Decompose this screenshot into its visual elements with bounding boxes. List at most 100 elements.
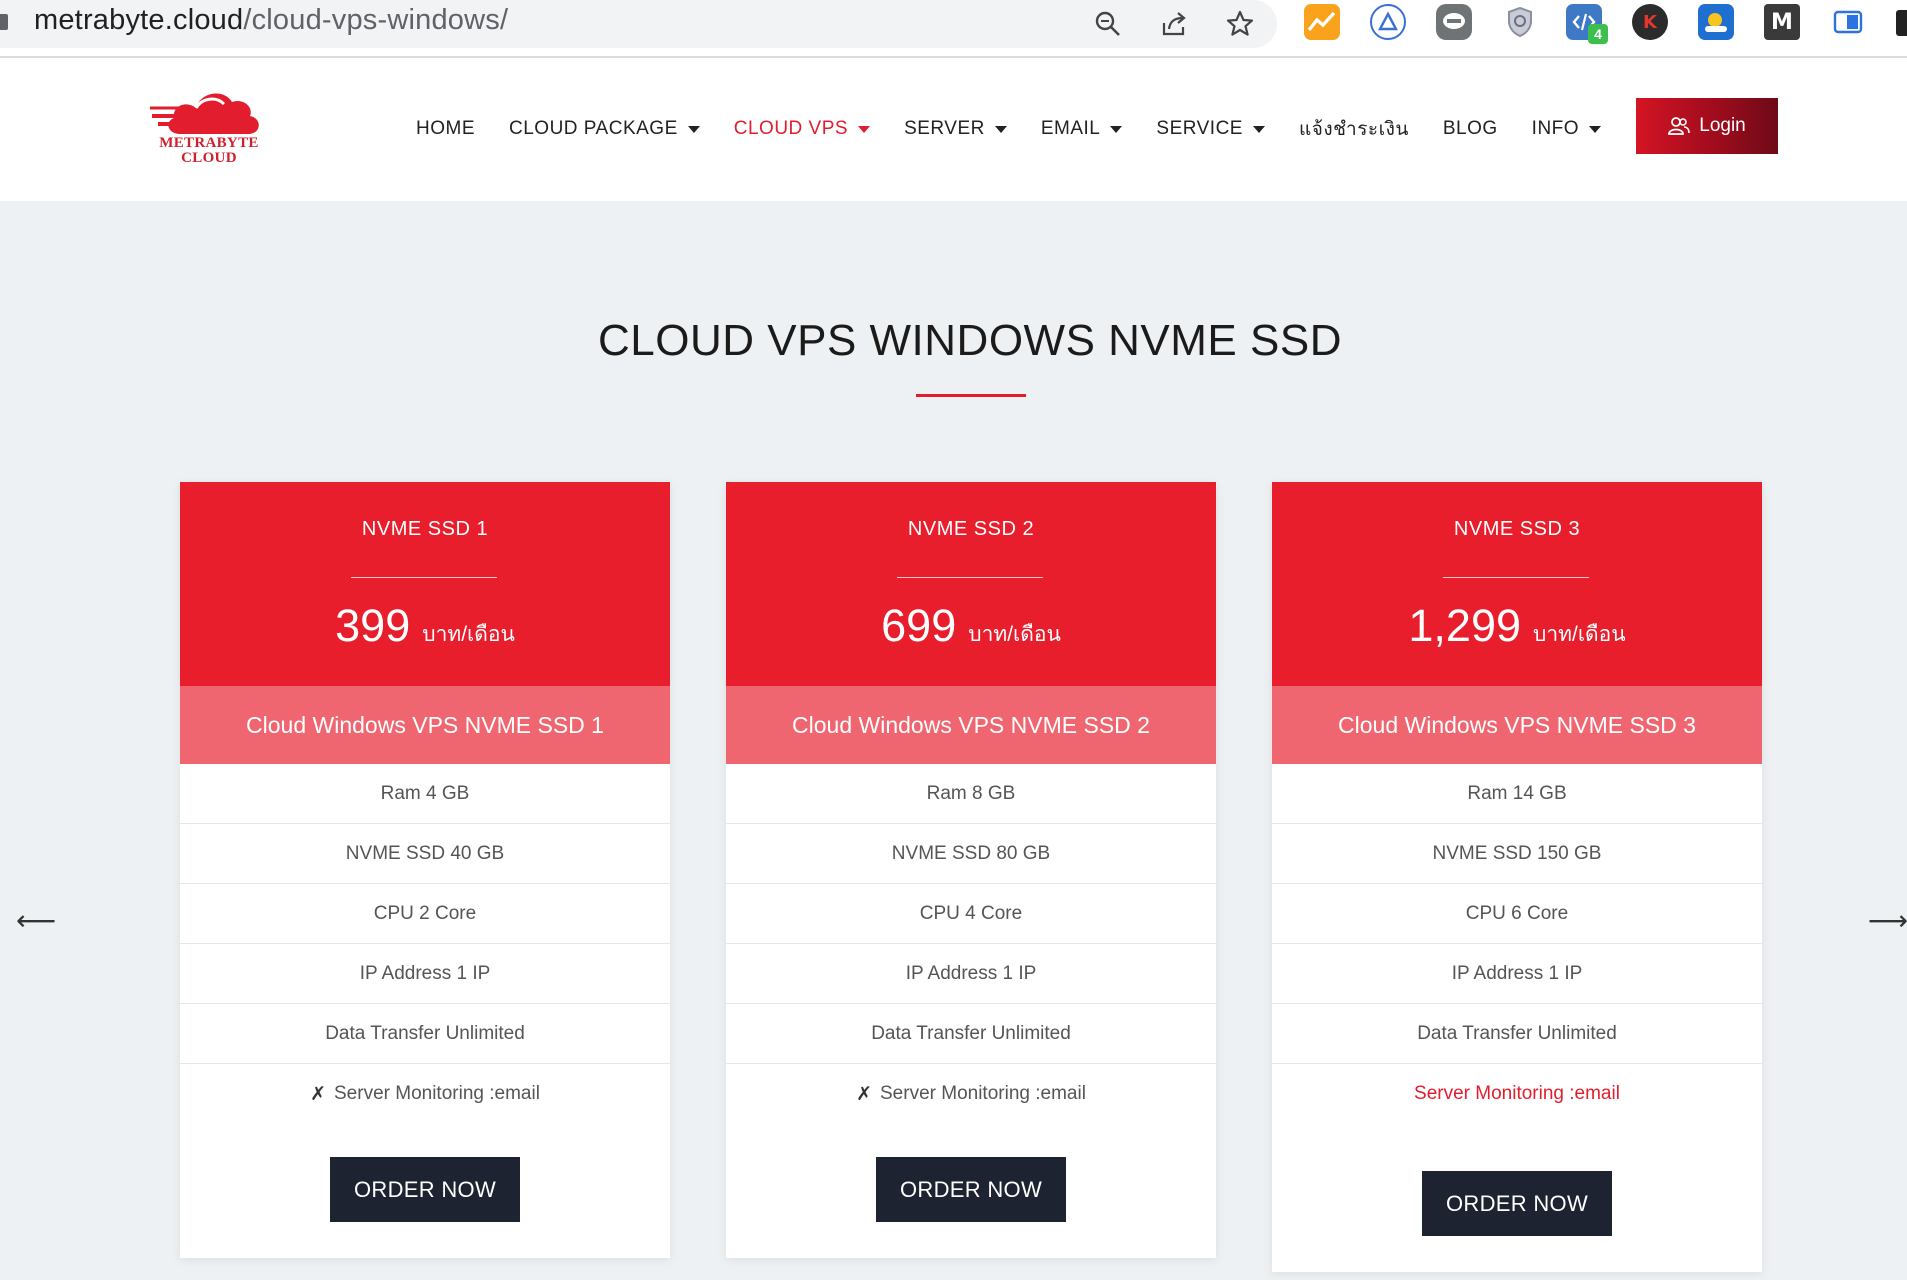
nav-blog[interactable]: BLOG <box>1443 118 1498 140</box>
feature-ram: Ram 8 GB <box>726 764 1216 824</box>
feature-cpu: CPU 6 Core <box>1272 884 1762 944</box>
price-line: 699 บาท/เดือน <box>726 600 1216 652</box>
price-line: 1,299 บาท/เดือน <box>1272 600 1762 652</box>
nav-label: แจ้งชำระเงิน <box>1298 119 1409 140</box>
header-divider <box>351 577 497 578</box>
plan-name: NVME SSD 2 <box>907 518 1035 540</box>
plan-price: 699 <box>881 600 957 651</box>
zoom-icon[interactable] <box>1090 6 1126 42</box>
price-unit: บาท/เดือน <box>968 623 1061 646</box>
monitoring-text: Server Monitoring :email <box>880 1083 1086 1104</box>
weather-extension-icon[interactable] <box>1698 4 1734 40</box>
nav-label: BLOG <box>1442 118 1498 139</box>
plan-price: 399 <box>335 600 411 651</box>
monitoring-text: Server Monitoring :email <box>1414 1083 1620 1104</box>
nav-payment-notify[interactable]: แจ้งชำระเงิน <box>1299 114 1409 144</box>
feature-list: Ram 4 GB NVME SSD 40 GB CPU 2 Core IP Ad… <box>180 764 670 1124</box>
profile-icon[interactable] <box>1896 10 1907 36</box>
caret-down-icon <box>687 125 700 133</box>
header-divider <box>1443 577 1589 578</box>
url-host: metrabyte.cloud <box>34 4 244 36</box>
nav-label: HOME <box>416 118 475 139</box>
feature-storage: NVME SSD 150 GB <box>1272 824 1762 884</box>
k-extension-icon[interactable]: K <box>1632 4 1668 40</box>
title-underline <box>916 394 1026 397</box>
plan-price: 1,299 <box>1408 600 1522 651</box>
browser-toolbar: metrabyte.cloud/cloud-vps-windows/ 4 K M <box>0 0 1907 58</box>
feature-list: Ram 8 GB NVME SSD 80 GB CPU 4 Core IP Ad… <box>726 764 1216 1124</box>
nav-service[interactable]: SERVICE <box>1156 118 1265 140</box>
next-arrow-icon[interactable]: ⟶ <box>1868 904 1907 937</box>
share-icon[interactable] <box>1156 6 1192 42</box>
nav-label: EMAIL <box>1040 118 1101 139</box>
feature-list: Ram 14 GB NVME SSD 150 GB CPU 6 Core IP … <box>1272 764 1762 1124</box>
url-text[interactable]: metrabyte.cloud/cloud-vps-windows/ <box>34 4 508 37</box>
logo-text: METRABYTE CLOUD <box>150 136 268 166</box>
caret-down-icon <box>1110 125 1123 133</box>
line-chat-extension-icon[interactable] <box>1436 4 1472 40</box>
feature-ram: Ram 4 GB <box>180 764 670 824</box>
logo-line-2: CLOUD <box>181 150 237 166</box>
plan-name: NVME SSD 1 <box>361 518 489 540</box>
feature-cpu: CPU 4 Core <box>726 884 1216 944</box>
url-path: /cloud-vps-windows/ <box>243 4 509 36</box>
header-divider <box>897 577 1043 578</box>
caret-down-icon <box>1252 125 1265 133</box>
site-logo[interactable]: METRABYTE CLOUD <box>150 84 268 174</box>
pricing-card-3: NVME SSD 3 1,299 บาท/เดือน Cloud Windows… <box>1272 482 1762 1272</box>
nav-label: SERVER <box>904 118 985 139</box>
shield-extension-icon[interactable] <box>1502 4 1538 40</box>
login-button[interactable]: Login <box>1636 98 1778 154</box>
pricing-card-2: NVME SSD 2 699 บาท/เดือน Cloud Windows V… <box>726 482 1216 1258</box>
order-now-button[interactable]: ORDER NOW <box>876 1157 1066 1222</box>
monitoring-text: Server Monitoring :email <box>334 1083 540 1104</box>
order-now-button[interactable]: ORDER NOW <box>330 1157 520 1222</box>
nav-label: CLOUD VPS <box>733 118 849 139</box>
nav-cloud-package[interactable]: CLOUD PACKAGE <box>509 118 700 140</box>
plan-subtitle: Cloud Windows VPS NVME SSD 2 <box>726 686 1216 764</box>
caret-down-icon <box>994 125 1007 133</box>
order-now-button[interactable]: ORDER NOW <box>1422 1171 1612 1236</box>
address-bar[interactable]: metrabyte.cloud/cloud-vps-windows/ <box>0 0 1277 48</box>
feature-ram: Ram 14 GB <box>1272 764 1762 824</box>
feature-storage: NVME SSD 40 GB <box>180 824 670 884</box>
feature-ip: IP Address 1 IP <box>1272 944 1762 1004</box>
login-label: Login <box>1699 115 1746 136</box>
nav-label: CLOUD PACKAGE <box>509 118 678 139</box>
feature-ip: IP Address 1 IP <box>180 944 670 1004</box>
prev-arrow-icon[interactable]: ⟵ <box>16 904 56 937</box>
x-mark-icon: ✗ <box>310 1083 326 1105</box>
pricing-card-1: NVME SSD 1 399 บาท/เดือน Cloud Windows V… <box>180 482 670 1258</box>
card-header: NVME SSD 2 699 บาท/เดือน <box>726 482 1216 686</box>
main-nav: HOME CLOUD PACKAGE CLOUD VPS SERVER EMAI… <box>416 114 1602 144</box>
section-title: CLOUD VPS WINDOWS NVME SSD <box>598 316 1342 365</box>
plan-subtitle: Cloud Windows VPS NVME SSD 1 <box>180 686 670 764</box>
card-header: NVME SSD 1 399 บาท/เดือน <box>180 482 670 686</box>
m-extension-icon[interactable]: M <box>1764 4 1800 40</box>
feature-transfer: Data Transfer Unlimited <box>180 1004 670 1064</box>
nav-label: INFO <box>1531 118 1580 139</box>
triangle-extension-icon[interactable] <box>1370 4 1406 40</box>
feature-monitoring: ✗ Server Monitoring :email <box>726 1064 1216 1124</box>
caret-down-icon <box>1589 125 1602 133</box>
nav-server[interactable]: SERVER <box>904 118 1007 140</box>
price-line: 399 บาท/เดือน <box>180 600 670 652</box>
lock-icon[interactable] <box>0 14 8 30</box>
site-header: METRABYTE CLOUD HOME CLOUD PACKAGE CLOUD… <box>0 58 1907 201</box>
feature-cpu: CPU 2 Core <box>180 884 670 944</box>
feature-ip: IP Address 1 IP <box>726 944 1216 1004</box>
nav-email[interactable]: EMAIL <box>1041 118 1123 140</box>
nav-cloud-vps[interactable]: CLOUD VPS <box>733 118 871 140</box>
users-icon <box>1668 117 1691 135</box>
nav-info[interactable]: INFO <box>1531 118 1602 140</box>
sidebar-extension-icon[interactable] <box>1830 4 1866 40</box>
nav-home[interactable]: HOME <box>416 118 475 140</box>
price-unit: บาท/เดือน <box>1533 623 1626 646</box>
feature-transfer: Data Transfer Unlimited <box>726 1004 1216 1064</box>
analytics-extension-icon[interactable] <box>1304 4 1340 40</box>
plan-subtitle: Cloud Windows VPS NVME SSD 3 <box>1272 686 1762 764</box>
caret-down-icon <box>858 125 871 133</box>
feature-monitoring: Server Monitoring :email <box>1272 1064 1762 1124</box>
bookmark-star-icon[interactable] <box>1222 6 1258 42</box>
nav-label: SERVICE <box>1156 118 1243 139</box>
